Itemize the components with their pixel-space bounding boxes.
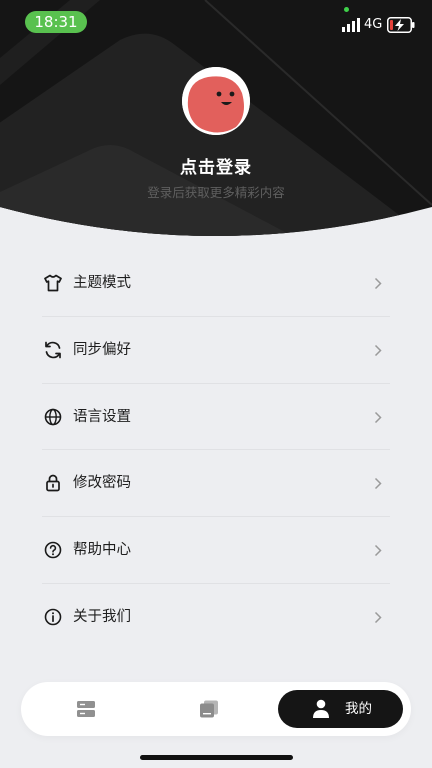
chevron-right-icon xyxy=(374,277,382,290)
tab-library[interactable] xyxy=(189,682,233,736)
menu-item-about[interactable]: 关于我们 xyxy=(42,584,390,651)
chevron-right-icon xyxy=(374,611,382,624)
avatar-face-icon xyxy=(182,67,250,135)
chevron-right-icon xyxy=(374,478,382,490)
home-indicator xyxy=(140,755,293,760)
chevron-right-icon xyxy=(374,411,382,423)
privacy-indicator xyxy=(344,7,349,12)
chevron-right-icon xyxy=(374,344,382,356)
tshirt-icon xyxy=(44,274,62,292)
menu-item-language[interactable]: 语言设置 xyxy=(42,384,390,451)
user-icon xyxy=(313,699,329,718)
battery-charging-icon xyxy=(387,17,415,33)
avatar[interactable] xyxy=(182,67,250,135)
menu-item-label: 主题模式 xyxy=(73,275,131,291)
chevron-right-icon xyxy=(374,545,382,557)
status-time: 18:31 xyxy=(25,11,87,33)
copy-pages-icon xyxy=(200,700,218,718)
status-bar: 18:31 4G xyxy=(0,0,432,44)
bottom-tab-bar: 我的 xyxy=(21,682,411,736)
menu-item-label: 关于我们 xyxy=(73,608,131,625)
network-type: 4G xyxy=(364,17,383,32)
signal-icon xyxy=(342,18,360,32)
help-icon xyxy=(44,541,62,559)
tab-mine[interactable]: 我的 xyxy=(278,690,403,728)
menu-item-theme[interactable]: 主题模式 xyxy=(42,250,390,317)
menu-item-sync[interactable]: 同步偏好 xyxy=(42,317,390,384)
settings-menu: 主题模式 同步偏好 语言设置 修改密码 帮助中心 关于我们 xyxy=(42,250,390,651)
menu-item-label: 帮助中心 xyxy=(73,542,131,559)
globe-icon xyxy=(44,408,62,425)
login-prompt[interactable]: 点击登录 xyxy=(0,153,432,178)
profile-header: 18:31 4G 点击登录 登录后获取更多精彩内容 xyxy=(0,0,432,240)
tab-home[interactable] xyxy=(66,682,106,736)
menu-item-label: 语言设置 xyxy=(73,408,131,425)
lock-icon xyxy=(46,475,60,492)
menu-item-change-password[interactable]: 修改密码 xyxy=(42,450,390,518)
sync-icon xyxy=(45,341,61,359)
login-subtitle: 登录后获取更多精彩内容 xyxy=(147,185,285,200)
menu-item-help[interactable]: 帮助中心 xyxy=(42,517,390,584)
info-icon xyxy=(44,608,62,626)
menu-item-label: 修改密码 xyxy=(73,475,131,492)
tab-mine-label: 我的 xyxy=(345,701,372,717)
server-stack-icon xyxy=(77,701,95,717)
menu-item-label: 同步偏好 xyxy=(73,341,131,358)
